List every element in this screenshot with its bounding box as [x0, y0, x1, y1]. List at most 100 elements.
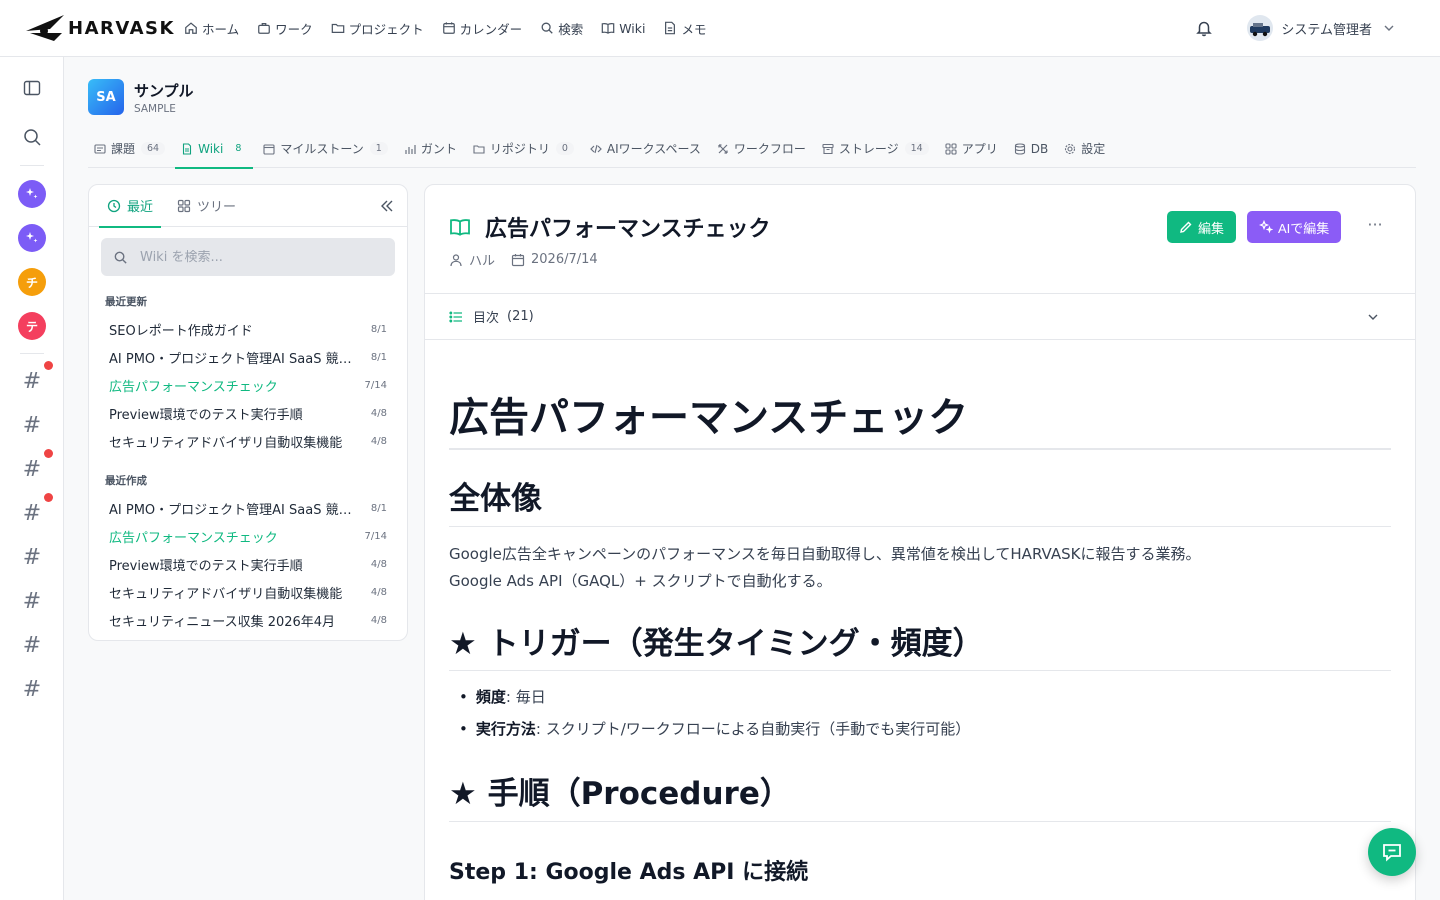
- tab-tree[interactable]: ツリー: [165, 185, 248, 227]
- rail-hash-channel[interactable]: #: [20, 368, 44, 396]
- rail-hash-channel[interactable]: #: [20, 676, 44, 704]
- tab-label: ワークフロー: [733, 142, 806, 156]
- project-name: サンプル: [134, 81, 194, 100]
- project-key: SAMPLE: [134, 102, 176, 115]
- list-item[interactable]: Preview環境でのテスト実行手順 4/8: [89, 550, 407, 578]
- table-of-contents-toggle[interactable]: 目次 (21): [425, 294, 1415, 340]
- nav-search[interactable]: 検索: [540, 19, 583, 38]
- tab-issues[interactable]: 課題 64: [88, 130, 171, 168]
- project-tabs: 課題 64 Wiki 8 マイルストーン 1 ガント リポジトリ 0 AIワーク…: [88, 130, 1416, 169]
- database-icon: [1014, 142, 1025, 155]
- avatar-image-icon: [1250, 23, 1271, 37]
- tab-settings[interactable]: 設定: [1058, 130, 1111, 168]
- user-icon: [450, 253, 462, 266]
- nav-wiki-label: Wiki: [619, 20, 646, 36]
- list-item[interactable]: セキュリティニュース収集 2026年4月 4/8: [89, 606, 407, 634]
- tab-label: DB: [1030, 141, 1049, 156]
- user-menu[interactable]: システム管理者: [1247, 15, 1396, 41]
- chat-fab-button[interactable]: [1368, 828, 1416, 876]
- nav-home[interactable]: ホーム: [184, 19, 239, 38]
- tab-gantt[interactable]: ガント: [398, 130, 463, 168]
- list-item[interactable]: セキュリティアドバイザリ自動収集機能 4/8: [89, 578, 407, 606]
- list-item[interactable]: AI PMO・プロジェクト管理AI SaaS 競合調査 8/1: [89, 343, 407, 371]
- nav-calendar[interactable]: カレンダー: [442, 19, 523, 38]
- document-header: 広告パフォーマンスチェック ハル 2026/7/14 編集 AIで編集 ···: [425, 185, 1415, 294]
- list-item[interactable]: セキュリティアドバイザリ自動収集機能 4/8: [89, 427, 407, 455]
- rail-hash-channel[interactable]: #: [20, 632, 44, 660]
- ai-edit-button-label: AIで編集: [1278, 220, 1330, 236]
- more-options-icon[interactable]: ···: [1363, 215, 1387, 239]
- sparkles-icon: [26, 188, 38, 199]
- rail-channel-te[interactable]: テ: [18, 312, 46, 340]
- search-icon: [114, 251, 127, 264]
- list-item[interactable]: Preview環境でのテスト実行手順 4/8: [89, 399, 407, 427]
- rail-hash-channel[interactable]: #: [20, 500, 44, 528]
- tab-ai-workspace[interactable]: AIワークスペース: [584, 130, 707, 168]
- grid-icon: [945, 142, 957, 155]
- unread-dot: [44, 361, 53, 370]
- rail-ai-button-2[interactable]: [18, 224, 46, 252]
- book-icon: [601, 22, 615, 34]
- list-item-value: : 毎日: [505, 688, 546, 707]
- item-title: 広告パフォーマンスチェック: [109, 530, 278, 546]
- nav-memo-label: メモ: [681, 21, 707, 37]
- list-item-active[interactable]: 広告パフォーマンスチェック 7/14: [89, 522, 407, 550]
- tab-wiki[interactable]: Wiki 8: [175, 130, 254, 169]
- tab-label: 設定: [1081, 142, 1106, 156]
- wiki-sidebar-tabs: 最近 ツリー: [89, 185, 407, 228]
- nav-search-label: 検索: [558, 21, 584, 37]
- list-item-label: 頻度: [475, 688, 506, 707]
- bell-icon[interactable]: [1195, 19, 1213, 37]
- rail-hash-channel[interactable]: #: [20, 412, 44, 440]
- item-date: 4/8: [370, 435, 387, 447]
- nav-memo[interactable]: メモ: [663, 19, 707, 38]
- wiki-search-box[interactable]: [101, 238, 395, 276]
- issues-icon: [94, 143, 106, 154]
- rail-hash-channel[interactable]: #: [20, 544, 44, 572]
- document-body: 広告パフォーマンスチェック 全体像 Google広告全キャンペーンのパフォーマン…: [425, 396, 1415, 886]
- list-item: 実行方法: スクリプト/ワークフローによる自動実行（手動でも実行可能）: [459, 713, 1391, 745]
- tab-count: 14: [904, 142, 929, 155]
- nav-calendar-label: カレンダー: [459, 21, 523, 37]
- tab-milestone[interactable]: マイルストーン 1: [257, 130, 393, 168]
- chevron-down-icon: [1368, 314, 1378, 320]
- avatar: [1247, 15, 1274, 41]
- rail-hash-channel[interactable]: #: [20, 456, 44, 484]
- ai-edit-button[interactable]: AIで編集: [1247, 211, 1342, 243]
- pencil-icon: [1180, 221, 1192, 233]
- wiki-search-input[interactable]: [140, 249, 380, 265]
- nav-wiki[interactable]: Wiki: [601, 21, 645, 36]
- list-item[interactable]: SEOレポート作成ガイド 8/1: [89, 315, 407, 343]
- list-item-label: 実行方法: [475, 720, 536, 739]
- tab-recent[interactable]: 最近: [95, 185, 165, 228]
- heading-procedure: ★ 手順（Procedure）: [449, 777, 1391, 822]
- edit-button[interactable]: 編集: [1167, 211, 1237, 243]
- rail-channel-chi[interactable]: チ: [18, 268, 46, 296]
- sparkles-icon: [26, 232, 38, 243]
- workflow-icon: [718, 143, 728, 154]
- item-title: AI PMO・プロジェクト管理AI SaaS 競合調査: [109, 502, 361, 518]
- tab-repository[interactable]: リポジトリ 0: [467, 130, 580, 168]
- calendar-icon: [263, 143, 275, 155]
- sidebar-toggle-button[interactable]: [20, 76, 44, 100]
- archive-icon: [822, 143, 834, 154]
- tab-label: AIワークスペース: [606, 142, 701, 156]
- nav-project-label: プロジェクト: [348, 21, 424, 37]
- nav-project[interactable]: プロジェクト: [331, 19, 424, 38]
- rail-search-button[interactable]: [20, 125, 44, 149]
- tab-storage[interactable]: ストレージ 14: [816, 130, 935, 168]
- brand-logo[interactable]: HARVASK: [24, 11, 176, 45]
- tab-tree-label: ツリー: [197, 200, 237, 215]
- collapse-left-icon[interactable]: [379, 198, 395, 214]
- tab-workflow[interactable]: ワークフロー: [711, 130, 812, 168]
- list-item[interactable]: AI PMO・プロジェクト管理AI SaaS 競合調査 8/1: [89, 494, 407, 522]
- harvask-logo-icon: [26, 15, 64, 41]
- nav-work[interactable]: ワーク: [257, 19, 313, 38]
- rail-ai-button-1[interactable]: [18, 180, 46, 208]
- tab-db[interactable]: DB: [1008, 130, 1054, 168]
- tab-apps[interactable]: アプリ: [939, 130, 1004, 168]
- top-nav: ホーム ワーク プロジェクト カレンダー 検索 Wiki メモ: [184, 19, 725, 38]
- rail-hash-channel[interactable]: #: [20, 588, 44, 616]
- top-bar: HARVASK ホーム ワーク プロジェクト カレンダー 検索 Wiki メモ …: [0, 0, 1440, 57]
- list-item-active[interactable]: 広告パフォーマンスチェック 7/14: [89, 371, 407, 399]
